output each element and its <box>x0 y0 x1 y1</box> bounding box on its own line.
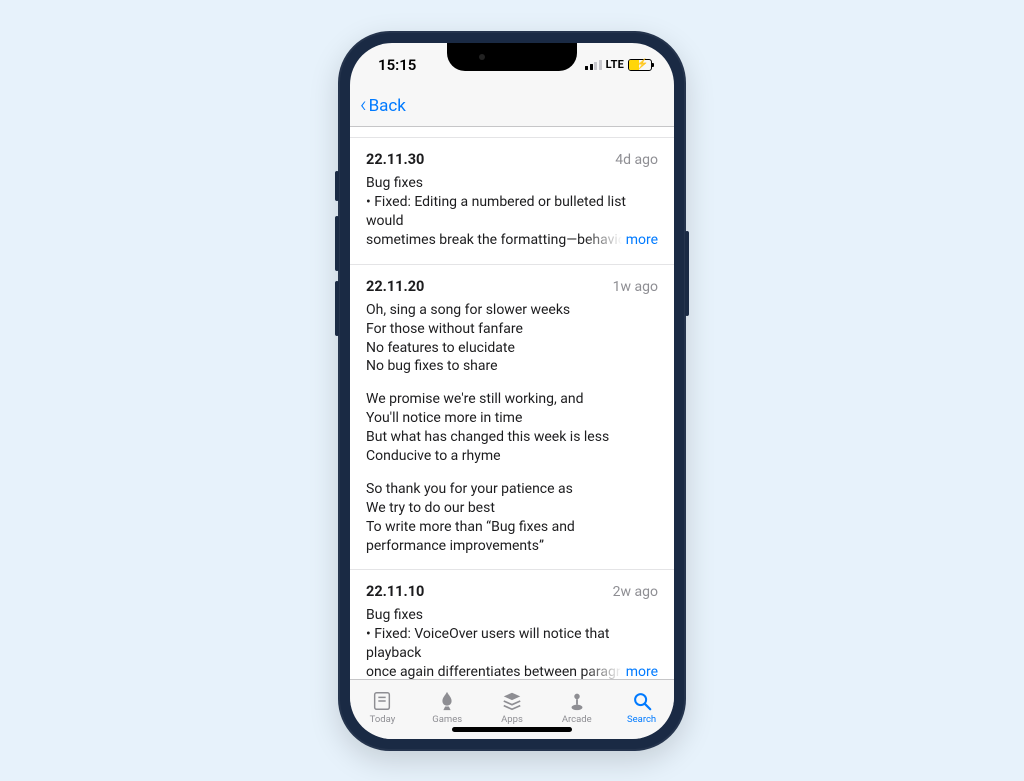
time-ago: 2w ago <box>613 583 658 602</box>
home-indicator[interactable] <box>452 727 572 732</box>
nav-header: ‹ Back <box>350 87 674 127</box>
version-entry: 22.11.20 1w ago Oh, sing a song for slower… <box>350 265 674 571</box>
search-icon <box>630 689 654 713</box>
phone-frame: 15:15 LTE ⚡ ‹ Back too difficult to expl… <box>338 31 686 751</box>
version-entry: 22.11.30 4d ago Bug fixes• Fixed: Editing … <box>350 138 674 264</box>
side-button <box>335 171 339 201</box>
more-button[interactable]: more <box>622 663 658 679</box>
version-history-list[interactable]: too difficult to explain. We'll return y… <box>350 127 674 679</box>
notch <box>447 43 577 71</box>
tab-today[interactable]: Today <box>350 680 415 735</box>
today-icon <box>370 689 394 713</box>
screen: 15:15 LTE ⚡ ‹ Back too difficult to expl… <box>350 43 674 739</box>
tab-label: Apps <box>501 714 523 725</box>
version-number: 22.11.10 <box>366 582 424 602</box>
back-label: Back <box>369 96 406 116</box>
version-number: 22.11.20 <box>366 277 424 297</box>
version-entry: 22.11.10 2w ago Bug fixes• Fixed: VoiceOve… <box>350 570 674 678</box>
time-ago: 1w ago <box>613 278 658 297</box>
games-icon <box>435 689 459 713</box>
version-number: 22.11.30 <box>366 150 424 170</box>
tab-search[interactable]: Search <box>609 680 674 735</box>
battery-icon: ⚡ <box>628 59 652 71</box>
network-label: LTE <box>606 58 624 71</box>
tab-label: Games <box>432 714 462 725</box>
release-notes: Oh, sing a song for slower weeksFor thos… <box>366 301 658 556</box>
tab-label: Today <box>370 714 396 725</box>
back-button[interactable]: ‹ Back <box>360 95 406 117</box>
chevron-left-icon: ‹ <box>360 95 367 117</box>
arcade-icon <box>565 689 589 713</box>
version-entry: too difficult to explain. We'll return y… <box>350 127 674 139</box>
tab-label: Arcade <box>562 714 592 725</box>
side-button <box>335 216 339 271</box>
side-button <box>335 281 339 336</box>
release-notes: Bug fixes• Fixed: VoiceOver users will n… <box>366 606 658 678</box>
status-time: 15:15 <box>378 56 416 74</box>
more-button[interactable]: more <box>622 231 658 250</box>
tab-label: Search <box>627 714 656 725</box>
time-ago: 4d ago <box>615 151 658 170</box>
signal-icon <box>585 59 602 70</box>
side-button <box>685 231 689 316</box>
apps-icon <box>500 689 524 713</box>
release-notes: Bug fixes• Fixed: Editing a numbered or … <box>366 174 658 250</box>
